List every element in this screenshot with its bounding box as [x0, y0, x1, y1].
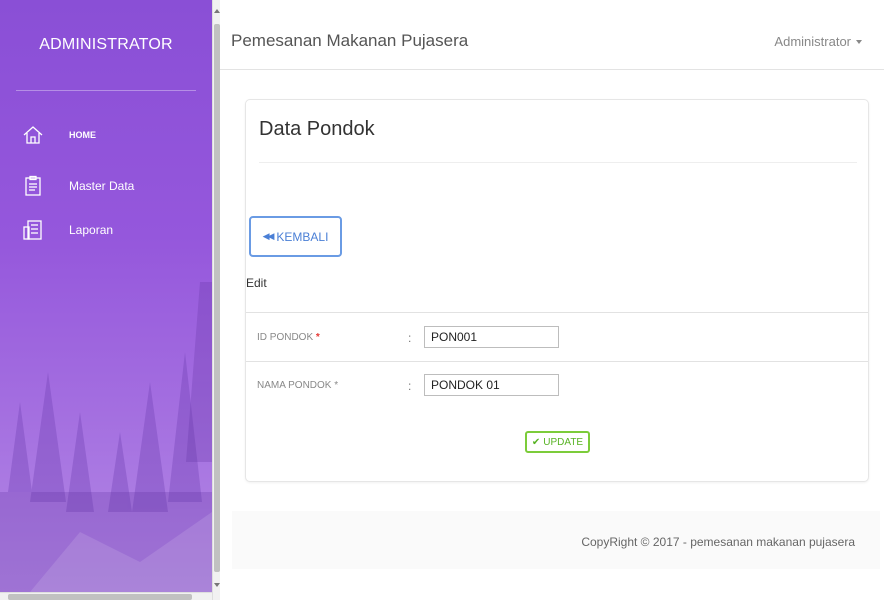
back-button-label: KEMBALI	[276, 229, 329, 244]
sidebar-vertical-scrollbar[interactable]	[212, 0, 220, 600]
sidebar-item-master-data[interactable]: Master Data	[22, 171, 134, 201]
scrollbar-thumb[interactable]	[214, 24, 220, 572]
back-button[interactable]: ◀◀ KEMBALI	[249, 216, 342, 257]
sidebar-divider	[16, 90, 196, 91]
sidebar: ADMINISTRATOR HOME Master Data Laporan	[0, 0, 212, 592]
scrollbar-thumb[interactable]	[8, 594, 192, 600]
sidebar-item-laporan[interactable]: Laporan	[22, 215, 113, 245]
top-navbar: Pemesanan Makanan Pujasera Administrator	[220, 0, 884, 70]
report-icon	[22, 219, 44, 241]
forest-background-illustration	[0, 282, 212, 592]
sidebar-item-label: Master Data	[69, 179, 135, 193]
sidebar-item-label: HOME	[69, 130, 96, 140]
title-divider	[259, 162, 857, 163]
checkmark-icon: ✔	[531, 436, 541, 448]
double-chevron-left-icon: ◀◀	[262, 231, 275, 241]
required-asterisk: *	[334, 380, 339, 391]
clipboard-icon	[22, 175, 44, 197]
section-heading: Edit	[246, 276, 267, 290]
content-card: Data Pondok ◀◀ KEMBALI Edit ID PONDOK * …	[245, 99, 869, 482]
sidebar-item-home[interactable]: HOME	[22, 120, 96, 150]
field-label-nama-pondok: NAMA PONDOK *	[257, 380, 339, 391]
sidebar-item-label: Laporan	[69, 223, 114, 237]
required-asterisk: *	[315, 332, 320, 343]
update-button-label: UPDATE	[543, 436, 584, 448]
home-icon	[22, 124, 44, 146]
update-button[interactable]: ✔ UPDATE	[525, 431, 590, 453]
nama-pondok-input[interactable]	[424, 374, 559, 396]
row-divider	[246, 361, 868, 362]
field-colon: :	[408, 379, 412, 393]
user-menu-dropdown[interactable]: Administrator	[774, 34, 862, 49]
page-title: Data Pondok	[259, 118, 375, 140]
footer: CopyRight © 2017 - pemesanan makanan puj…	[232, 511, 880, 569]
user-menu-label: Administrator	[774, 34, 851, 49]
sidebar-horizontal-scrollbar[interactable]	[0, 592, 212, 600]
app-title[interactable]: Pemesanan Makanan Pujasera	[231, 31, 468, 51]
id-pondok-input[interactable]	[424, 326, 559, 348]
row-divider	[246, 312, 868, 313]
field-label-id-pondok: ID PONDOK *	[257, 332, 320, 343]
field-colon: :	[408, 331, 412, 345]
sidebar-brand[interactable]: ADMINISTRATOR	[0, 0, 212, 90]
caret-down-icon	[856, 39, 862, 44]
scroll-down-arrow-icon[interactable]	[214, 583, 220, 587]
copyright-text: CopyRight © 2017 - pemesanan makanan puj…	[581, 535, 855, 549]
